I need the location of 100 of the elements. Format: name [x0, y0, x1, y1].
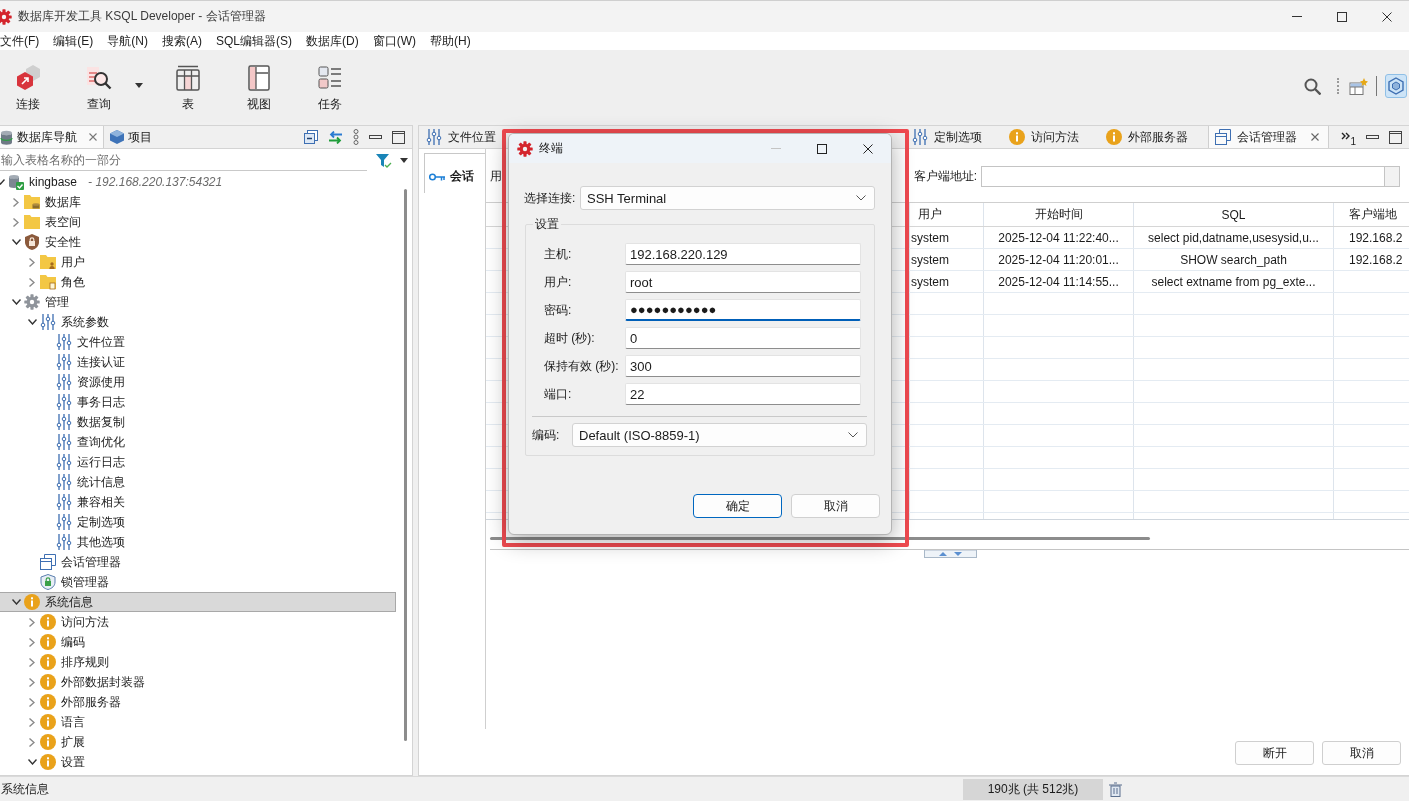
dialog-button[interactable]: 确定 [693, 494, 782, 518]
client-address-field[interactable] [981, 166, 1385, 187]
minimize-icon[interactable] [369, 135, 382, 139]
action-button[interactable]: 断开 [1235, 741, 1314, 765]
tree-item[interactable]: kingbase - 192.168.220.137:54321 [0, 172, 396, 192]
table-cell: 2025-12-04 11:22:40... [983, 227, 1133, 248]
menu-item[interactable]: 帮助(H) [423, 32, 478, 50]
minimize-icon [771, 148, 781, 149]
tree-item[interactable]: 安全性 [0, 232, 396, 252]
menu-item[interactable]: 文件(F) [0, 32, 47, 50]
tree-item[interactable]: 连接认证 [0, 352, 396, 372]
vertical-scrollbar[interactable] [404, 189, 407, 741]
toolbar-button[interactable]: 视图 [231, 60, 287, 112]
sliders-icon [56, 334, 72, 350]
column-header[interactable]: 客户端地 [1333, 203, 1409, 226]
input-field[interactable]: 192.168.220.129 [625, 243, 861, 265]
tab[interactable]: 数据库导航 [0, 126, 104, 148]
tree-item[interactable]: 查询优化 [0, 432, 396, 452]
menu-item[interactable]: 搜索(A) [155, 32, 209, 50]
input-field[interactable]: 22 [625, 383, 861, 405]
input-field[interactable]: 0 [625, 327, 861, 349]
sliders-icon [56, 494, 72, 510]
caret-down-icon[interactable] [400, 157, 408, 163]
tab[interactable]: 访问方法 [1002, 126, 1090, 148]
tree-item[interactable]: 数据库 [0, 192, 396, 212]
horizontal-scrollbar[interactable] [490, 537, 1150, 540]
tree-item[interactable]: 其他选项 [0, 532, 396, 552]
tree-item[interactable]: 兼容相关 [0, 492, 396, 512]
column-header[interactable]: 用户 [909, 203, 983, 226]
filter-label: 用 [490, 168, 502, 185]
filter-icon[interactable] [376, 152, 392, 168]
tree-item[interactable]: 系统参数 [0, 312, 396, 332]
tree-item[interactable]: 事务日志 [0, 392, 396, 412]
tree-item[interactable]: 访问方法 [0, 612, 396, 632]
tree-item[interactable]: 外部服务器 [0, 692, 396, 712]
table-cell: select pid,datname,usesysid,u... [1133, 227, 1333, 248]
toolbar-button[interactable]: 查询 [71, 60, 127, 112]
toolbar-button[interactable]: 表 [160, 60, 216, 112]
swap-arrows-icon[interactable] [328, 130, 343, 144]
tab[interactable]: 文件位置 [419, 126, 506, 148]
tab[interactable]: 外部服务器 [1099, 126, 1199, 148]
tab[interactable]: 会话管理器 [1208, 126, 1330, 148]
caret-down-icon[interactable] [135, 83, 143, 88]
column-header[interactable]: 开始时间 [983, 203, 1133, 226]
field-option-button[interactable] [1385, 166, 1400, 187]
tree-item[interactable]: 编码 [0, 632, 396, 652]
tree-item[interactable]: 语言 [0, 712, 396, 732]
menu-item[interactable]: 数据库(D) [299, 32, 366, 50]
tree-item[interactable]: 用户 [0, 252, 396, 272]
input-field[interactable]: root [625, 271, 861, 293]
tree-item[interactable]: 会话管理器 [0, 552, 396, 572]
maximize-icon[interactable] [392, 130, 405, 144]
tree-item[interactable]: 锁管理器 [0, 572, 396, 592]
close-icon [1381, 11, 1392, 22]
menu-item[interactable]: 导航(N) [100, 32, 155, 50]
encoding-dropdown[interactable]: Default (ISO-8859-1) [572, 423, 867, 447]
tree-item[interactable]: 定制选项 [0, 512, 396, 532]
search-icon[interactable] [1304, 77, 1321, 95]
tree-item[interactable]: 表空间 [0, 212, 396, 232]
action-button[interactable]: 取消 [1322, 741, 1401, 765]
menu-item[interactable]: 编辑(E) [46, 32, 101, 50]
more-icon[interactable] [353, 129, 359, 145]
tree-item[interactable]: 运行日志 [0, 452, 396, 472]
tree-item[interactable]: 管理 [0, 292, 396, 312]
connection-dropdown[interactable]: SSH Terminal [580, 186, 875, 210]
tab[interactable]: 定制选项 [905, 126, 993, 148]
window-icon [1215, 129, 1232, 145]
toolbar-button[interactable]: 任务 [302, 60, 358, 112]
minimize-icon[interactable] [1366, 135, 1379, 139]
hidden-tab-count[interactable]: 1 [1350, 136, 1356, 147]
cube-icon [110, 130, 124, 144]
toolbar-button[interactable]: 连接 [0, 60, 56, 112]
chevrons-right-icon[interactable] [1341, 132, 1351, 140]
tree-item[interactable]: 文件位置 [0, 332, 396, 352]
tree-item[interactable]: 系统信息 [0, 592, 396, 612]
tree-item[interactable]: 数据复制 [0, 412, 396, 432]
input-field[interactable]: 300 [625, 355, 861, 377]
table-star-icon[interactable] [1349, 77, 1368, 95]
tree-item[interactable]: 资源使用 [0, 372, 396, 392]
maximize-icon[interactable] [1389, 130, 1402, 144]
dialog-button[interactable]: 取消 [791, 494, 880, 518]
perspective-button[interactable] [1385, 74, 1407, 98]
tree-item[interactable]: 统计信息 [0, 472, 396, 492]
column-header[interactable]: SQL [1133, 203, 1333, 226]
tree-item[interactable]: 角色 [0, 272, 396, 292]
tab[interactable]: 项目 [104, 126, 159, 148]
table-cell: 2025-12-04 11:14:55... [983, 271, 1133, 292]
shield-lock-icon [40, 574, 56, 590]
trash-icon[interactable] [1109, 781, 1122, 797]
collapse-all-icon[interactable] [304, 130, 318, 144]
tree-item[interactable]: 设置 [0, 752, 396, 772]
menu-item[interactable]: SQL编辑器(S) [209, 32, 299, 50]
tree-item[interactable]: 扩展 [0, 732, 396, 752]
memory-status[interactable]: 190兆 (共 512兆) [963, 778, 1103, 800]
window-icon [40, 554, 56, 570]
menu-item[interactable]: 窗口(W) [365, 32, 423, 50]
tree-item[interactable]: 外部数据封装器 [0, 672, 396, 692]
tree-item[interactable]: 排序规则 [0, 652, 396, 672]
splitter-handle-icon[interactable] [924, 550, 977, 558]
input-field[interactable]: ●●●●●●●●●●● [625, 299, 861, 321]
